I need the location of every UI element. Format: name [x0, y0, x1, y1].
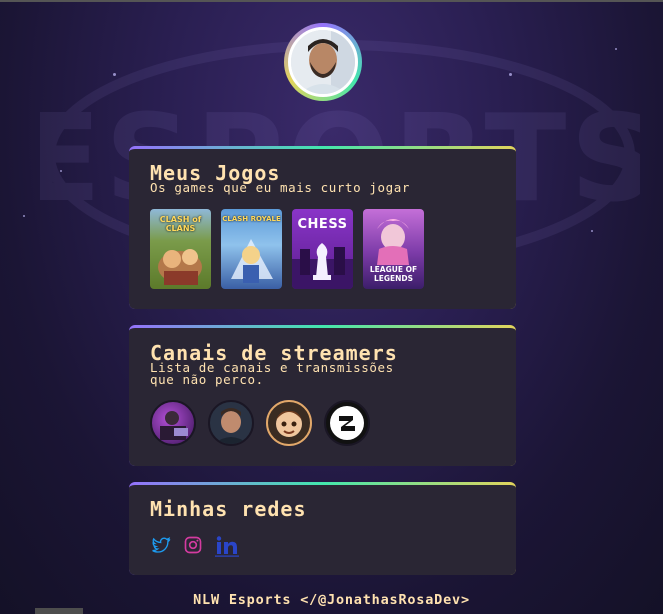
profile-avatar — [284, 23, 362, 101]
background-star — [615, 48, 617, 50]
game-label: CHESS — [297, 217, 348, 232]
twitter-icon[interactable] — [151, 535, 171, 555]
linkedin-icon[interactable] — [215, 535, 239, 557]
instagram-icon[interactable] — [183, 535, 203, 555]
background-star — [23, 215, 25, 217]
background-star — [113, 73, 116, 76]
streamer-avatar-2[interactable] — [208, 400, 254, 446]
social-links — [151, 535, 239, 557]
game-label: CLASH of CLANS — [159, 215, 202, 233]
streamers-card: Canais de streamers Lista de canais e tr… — [129, 325, 516, 466]
streamer-avatar-3[interactable] — [266, 400, 312, 446]
horizontal-scrollbar-thumb[interactable] — [35, 608, 83, 614]
game-chess[interactable]: CHESS — [292, 209, 353, 289]
games-list: CLASH of CLANS CLASH ROYALE CHESS LEAGUE… — [150, 209, 424, 289]
streamers-card-subtitle-line2: que não perco. — [150, 372, 264, 387]
games-card: Meus Jogos Os games que eu mais curto jo… — [129, 146, 516, 309]
background-star — [509, 73, 512, 76]
streamer-avatar-1[interactable] — [150, 400, 196, 446]
games-card-subtitle: Os games que eu mais curto jogar — [150, 180, 411, 195]
game-league-of-legends[interactable]: LEAGUE OF LEGENDS — [363, 209, 424, 289]
game-clash-royale[interactable]: CLASH ROYALE — [221, 209, 282, 289]
game-label: LEAGUE OF LEGENDS — [369, 265, 418, 283]
background-star — [591, 230, 593, 232]
game-clash-of-clans[interactable]: CLASH of CLANS — [150, 209, 211, 289]
streamers-list — [150, 400, 370, 446]
socials-card-title: Minhas redes — [150, 497, 307, 521]
streamer-avatar-4[interactable] — [324, 400, 370, 446]
background-star — [60, 170, 62, 172]
window-top-border — [0, 0, 663, 2]
footer-credit: NLW Esports </@JonathasRosaDev> — [193, 592, 470, 608]
game-label: CLASH ROYALE — [222, 215, 281, 223]
socials-card: Minhas redes — [129, 482, 516, 575]
profile-photo — [288, 27, 358, 97]
